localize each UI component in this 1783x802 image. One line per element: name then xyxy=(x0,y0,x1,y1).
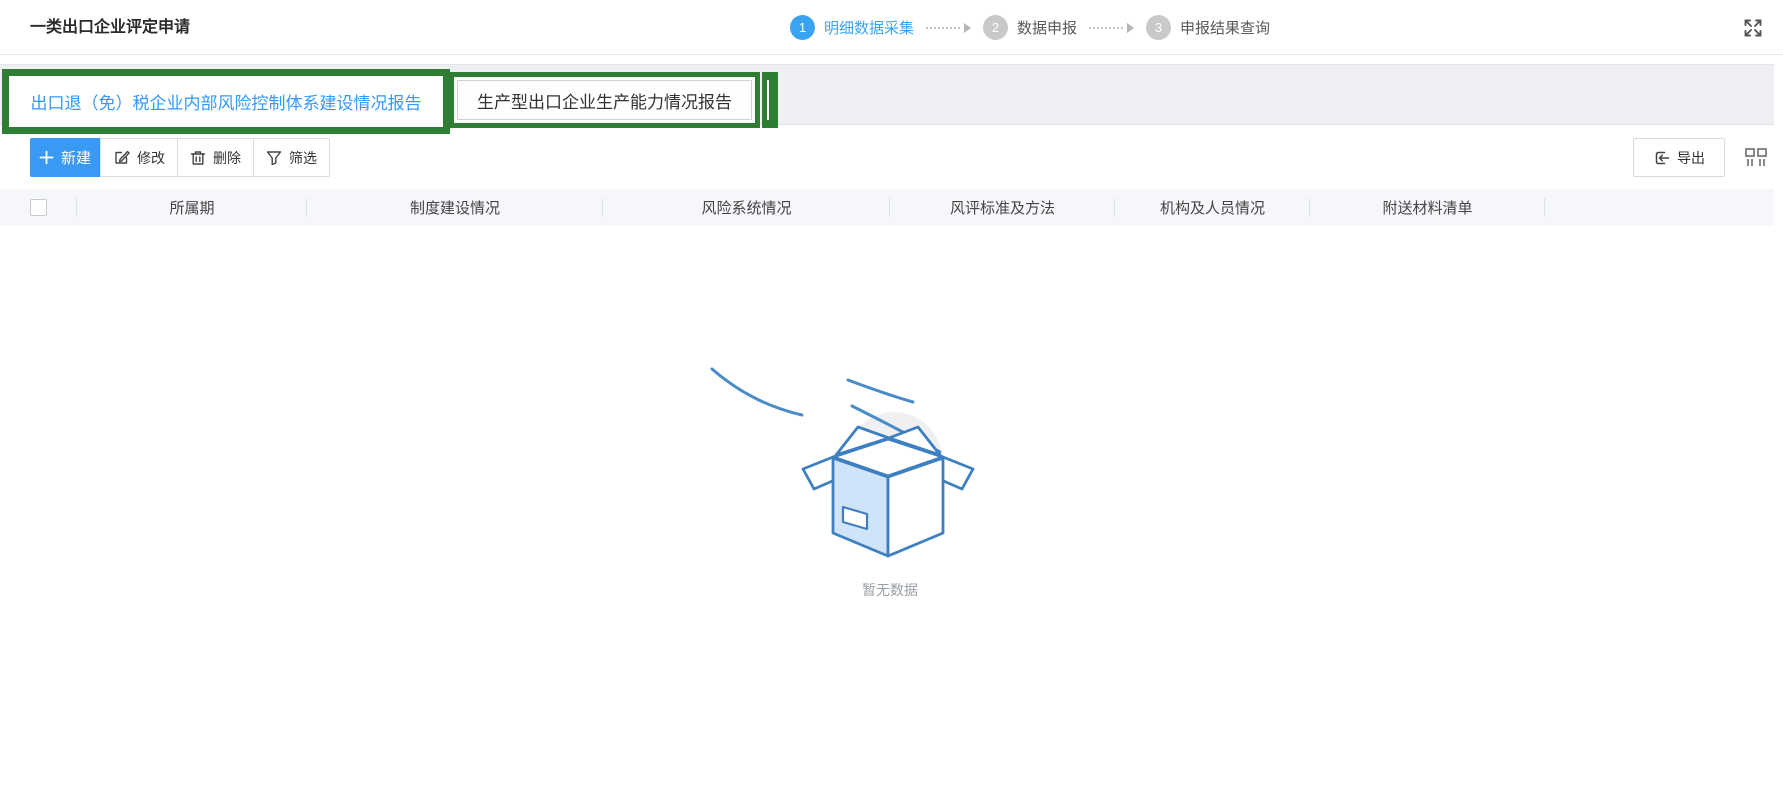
step-3-declaration-result-query[interactable]: 3 申报结果查询 xyxy=(1146,15,1270,40)
column-label: 附送材料清单 xyxy=(1382,197,1472,218)
tab-production-capacity-report[interactable]: 生产型出口企业生产能力情况报告 xyxy=(457,80,752,120)
table-header-filler xyxy=(1545,189,1774,226)
step-3-label: 申报结果查询 xyxy=(1180,17,1270,38)
table-header-risk-assessment-method: 风评标准及方法 xyxy=(890,189,1115,226)
table-header-row: 所属期 制度建设情况 风险系统情况 风评标准及方法 机构及人员情况 附送材料清单 xyxy=(0,189,1774,226)
filter-button[interactable]: 筛选 xyxy=(253,138,330,177)
column-label: 机构及人员情况 xyxy=(1160,197,1265,218)
plus-icon xyxy=(39,150,54,165)
export-button[interactable]: 导出 xyxy=(1633,138,1725,177)
fullscreen-expand-icon[interactable] xyxy=(1739,14,1767,42)
step-connector-1 xyxy=(926,23,971,33)
dotted-line xyxy=(1089,27,1123,29)
step-2-data-declaration[interactable]: 2 数据申报 xyxy=(983,15,1077,40)
table-header-risk-system: 风险系统情况 xyxy=(603,189,890,226)
table-header-checkbox-cell xyxy=(0,189,77,226)
tab-risk-control-report[interactable]: 出口退（免）税企业内部风险控制体系建设情况报告 xyxy=(9,76,443,127)
select-all-checkbox[interactable] xyxy=(30,199,47,216)
annotation-highlight-tab-1: 出口退（免）税企业内部风险控制体系建设情况报告 xyxy=(2,69,450,134)
arrow-right-icon xyxy=(964,23,971,33)
funnel-icon xyxy=(266,150,282,166)
step-1-number: 1 xyxy=(790,15,815,40)
step-1-detail-data-collection[interactable]: 1 明细数据采集 xyxy=(790,15,914,40)
annotation-highlight-tab-2: 生产型出口企业生产能力情况报告 xyxy=(449,72,760,128)
table-header-organization-personnel: 机构及人员情况 xyxy=(1115,189,1310,226)
new-button[interactable]: 新建 xyxy=(30,138,100,177)
empty-state-text: 暂无数据 xyxy=(700,580,1080,600)
filter-button-label: 筛选 xyxy=(289,148,317,168)
top-bar: 一类出口企业评定申请 1 明细数据采集 2 数据申报 3 申报结果查询 xyxy=(0,0,1783,55)
page-title: 一类出口企业评定申请 xyxy=(30,0,190,55)
step-2-number: 2 xyxy=(983,15,1008,40)
step-connector-2 xyxy=(1089,23,1134,33)
empty-open-box-illustration xyxy=(700,355,980,570)
dotted-line xyxy=(926,27,960,29)
edit-button-label: 修改 xyxy=(137,148,165,168)
trash-icon xyxy=(190,150,206,166)
delete-button[interactable]: 删除 xyxy=(177,138,254,177)
table-header-period: 所属期 xyxy=(77,189,307,226)
table-header-system-construction: 制度建设情况 xyxy=(307,189,603,226)
export-button-label: 导出 xyxy=(1677,148,1705,168)
delete-button-label: 删除 xyxy=(213,148,241,168)
column-label: 所属期 xyxy=(169,197,214,218)
table-header-attached-materials: 附送材料清单 xyxy=(1310,189,1545,226)
edit-button[interactable]: 修改 xyxy=(100,138,178,177)
column-label: 制度建设情况 xyxy=(410,197,500,218)
arrow-right-icon xyxy=(1127,23,1134,33)
new-button-label: 新建 xyxy=(61,147,91,168)
step-2-label: 数据申报 xyxy=(1017,17,1077,38)
toolbar: 新建 修改 删除 xyxy=(0,138,1783,178)
column-label: 风险系统情况 xyxy=(701,197,791,218)
export-arrow-icon xyxy=(1653,150,1670,166)
column-settings-icon[interactable] xyxy=(1742,145,1770,171)
column-label: 风评标准及方法 xyxy=(950,197,1055,218)
wizard-stepper: 1 明细数据采集 2 数据申报 3 申报结果查询 xyxy=(790,0,1270,55)
app-root: 一类出口企业评定申请 1 明细数据采集 2 数据申报 3 申报结果查询 xyxy=(0,0,1783,802)
step-1-label: 明细数据采集 xyxy=(824,17,914,38)
step-3-number: 3 xyxy=(1146,15,1171,40)
edit-pencil-icon xyxy=(113,149,130,166)
